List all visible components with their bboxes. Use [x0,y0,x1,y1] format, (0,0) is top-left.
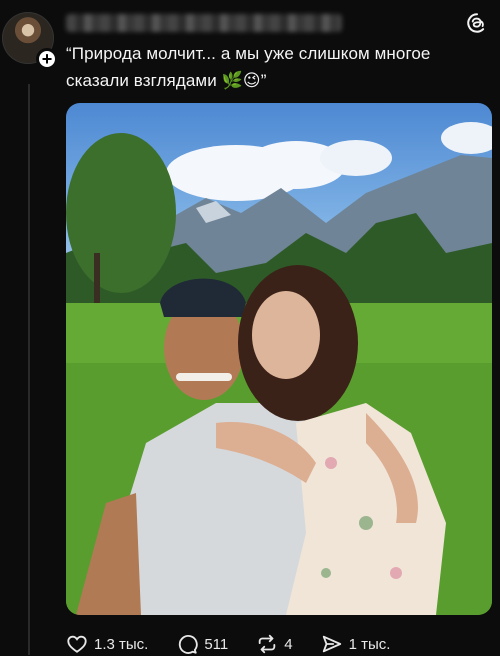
comment-button[interactable]: 511 [176,633,228,655]
send-icon [322,635,341,653]
likes-count: 1.3 тыс. [94,635,149,653]
heart-icon [67,635,87,653]
comment-bubble-icon [179,635,198,654]
username-blurred [66,14,342,32]
repost-button[interactable]: 4 [256,633,293,655]
post-actions: 1.3 тыс. 511 4 1 тыс. [66,632,418,656]
photo-illustration [66,122,492,615]
post-caption: “Природа молчит... а мы уже слишком мног… [66,44,431,90]
comments-count: 511 [204,635,229,653]
shares-count: 1 тыс. [348,635,391,653]
follow-plus-icon[interactable]: + [36,48,58,70]
repost-icon [259,634,276,654]
like-button[interactable]: 1.3 тыс. [66,633,148,655]
thread-line [28,84,30,655]
post-photo[interactable] [66,103,492,615]
avatar-container[interactable]: + [2,12,58,72]
share-button[interactable]: 1 тыс. [321,633,391,655]
threads-logo-icon[interactable] [466,12,488,34]
reposts-count: 4 [284,635,293,653]
